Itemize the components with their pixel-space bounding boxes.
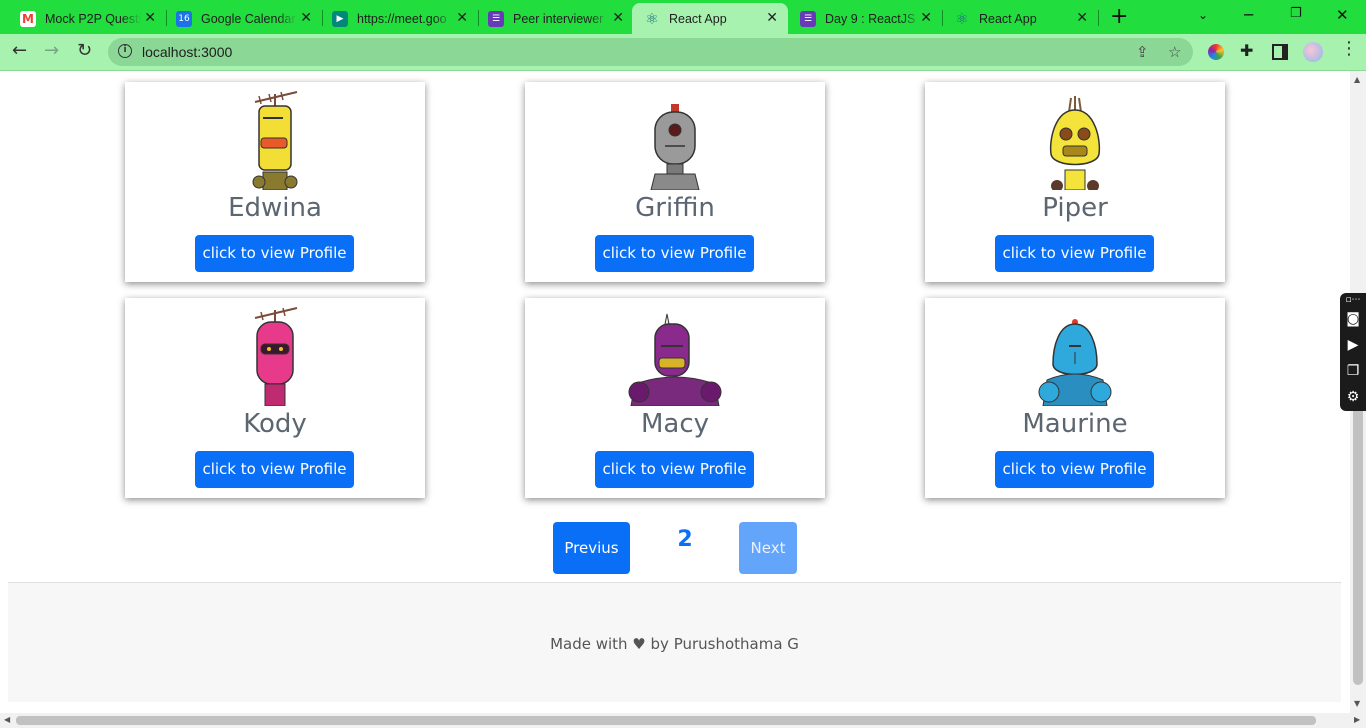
- menu-kebab-icon[interactable]: ⋮: [1340, 39, 1358, 59]
- robot-card: Griffin click to view Profile: [525, 82, 825, 282]
- tab-react-app[interactable]: ⚛ React App ✕: [942, 3, 1098, 34]
- tab-google-calendar[interactable]: 16 Google Calendar ✕: [164, 3, 322, 34]
- tab-google-meet[interactable]: ▶ https://meet.goo ✕: [320, 3, 478, 34]
- robot-card: Macy click to view Profile: [525, 298, 825, 498]
- tab-title: React App: [979, 11, 1037, 26]
- footer-credit: Made with ♥ by Purushothama G: [550, 635, 799, 653]
- tab-title: Mock P2P Questi: [45, 11, 141, 26]
- screen-recorder-widget: ▫⋯ ◙ ▶ ❐ ⚙: [1340, 293, 1366, 411]
- react-icon: ⚛: [955, 9, 969, 28]
- close-tab-icon[interactable]: ✕: [766, 10, 778, 26]
- site-info-icon[interactable]: i: [118, 44, 132, 58]
- view-profile-button[interactable]: click to view Profile: [595, 235, 754, 272]
- widget-grip-icon[interactable]: ▫⋯: [1344, 295, 1362, 311]
- tab-react-app-active[interactable]: ⚛ React App ✕: [632, 3, 788, 34]
- close-window-icon[interactable]: ✕: [1336, 6, 1349, 24]
- scroll-down-icon[interactable]: ▼: [1354, 699, 1360, 708]
- tab-mock-p2p[interactable]: M Mock P2P Questi ✕: [8, 3, 166, 34]
- new-tab-icon[interactable]: +: [1110, 6, 1128, 28]
- scroll-right-icon[interactable]: ▶: [1354, 715, 1360, 724]
- close-tab-icon[interactable]: ✕: [456, 10, 468, 26]
- tab-title: React App: [669, 11, 727, 26]
- view-profile-button[interactable]: click to view Profile: [195, 235, 354, 272]
- robot-name: Edwina: [228, 193, 322, 223]
- robot-card: Maurine click to view Profile: [925, 298, 1225, 498]
- scroll-up-icon[interactable]: ▲: [1354, 75, 1360, 84]
- form-icon: ☰: [488, 10, 504, 27]
- close-tab-icon[interactable]: ✕: [1076, 10, 1088, 26]
- view-profile-button[interactable]: click to view Profile: [595, 451, 754, 488]
- profile-avatar[interactable]: [1303, 42, 1323, 62]
- close-tab-icon[interactable]: ✕: [300, 10, 312, 26]
- share-icon[interactable]: ⇪: [1136, 43, 1149, 61]
- tab-title: Day 9 : ReactJS: [825, 11, 916, 26]
- robot-name: Kody: [243, 409, 307, 439]
- settings-gear-icon[interactable]: ⚙: [1344, 389, 1362, 405]
- page-content: Edwina click to view Profile Griffin cli…: [0, 71, 1350, 713]
- browser-toolbar: ← → ↻ i localhost:3000 ⇪ ☆ ✚ ⋮: [0, 34, 1366, 71]
- close-tab-icon[interactable]: ✕: [920, 10, 932, 26]
- tab-day9-reactjs[interactable]: ☰ Day 9 : ReactJS ✕: [788, 3, 942, 34]
- tab-strip: M Mock P2P Questi ✕ 16 Google Calendar ✕…: [0, 0, 1366, 34]
- robot-name: Maurine: [1022, 409, 1128, 439]
- next-page-button[interactable]: Next: [739, 522, 797, 574]
- robot-name: Griffin: [635, 193, 715, 223]
- previous-page-button[interactable]: Previus: [553, 522, 630, 574]
- bookmark-star-icon[interactable]: ☆: [1168, 43, 1181, 61]
- address-bar[interactable]: i localhost:3000 ⇪ ☆: [108, 38, 1193, 66]
- form-icon: ☰: [800, 10, 816, 27]
- robot-avatar: [1038, 319, 1112, 406]
- robot-avatar: [1049, 96, 1101, 190]
- robot-card: Kody click to view Profile: [125, 298, 425, 498]
- tab-search-icon[interactable]: ⌄: [1198, 8, 1208, 22]
- close-tab-icon[interactable]: ✕: [612, 10, 624, 26]
- video-camera-icon[interactable]: ▶: [1344, 337, 1362, 353]
- tab-divider: [1098, 10, 1099, 26]
- view-profile-button[interactable]: click to view Profile: [995, 451, 1154, 488]
- close-tab-icon[interactable]: ✕: [144, 10, 156, 26]
- window-capture-icon[interactable]: ❐: [1344, 363, 1362, 379]
- robot-name: Macy: [640, 409, 710, 439]
- view-profile-button[interactable]: click to view Profile: [995, 235, 1154, 272]
- robot-card: Edwina click to view Profile: [125, 82, 425, 282]
- url-text[interactable]: localhost:3000: [142, 44, 232, 60]
- scroll-left-icon[interactable]: ◀: [4, 715, 10, 724]
- forward-icon[interactable]: →: [44, 41, 59, 61]
- page-footer: Made with ♥ by Purushothama G: [8, 582, 1341, 702]
- gmail-icon: M: [20, 10, 36, 27]
- tab-title: Google Calendar: [201, 11, 296, 26]
- current-page-number: 2: [677, 527, 693, 552]
- robot-name: Piper: [1042, 193, 1108, 223]
- reload-icon[interactable]: ↻: [77, 41, 92, 61]
- react-icon: ⚛: [645, 9, 659, 28]
- extensions-puzzle-icon[interactable]: ✚: [1240, 41, 1256, 60]
- horizontal-scroll-thumb[interactable]: [16, 716, 1316, 725]
- calendar-icon: 16: [176, 10, 192, 27]
- robot-avatar: [650, 104, 700, 190]
- camera-icon[interactable]: ◙: [1344, 311, 1362, 327]
- color-extension-icon[interactable]: [1208, 44, 1224, 60]
- tab-peer-interviewer[interactable]: ☰ Peer interviewer ✕: [476, 3, 634, 34]
- minimize-icon[interactable]: ─: [1244, 6, 1253, 24]
- robot-card: Piper click to view Profile: [925, 82, 1225, 282]
- horizontal-scrollbar[interactable]: ◀ ▶: [0, 713, 1366, 728]
- tab-title: Peer interviewer: [513, 11, 604, 26]
- robot-avatar: [252, 91, 298, 190]
- meet-icon: ▶: [332, 10, 348, 27]
- side-panel-icon[interactable]: [1272, 44, 1288, 60]
- view-profile-button[interactable]: click to view Profile: [195, 451, 354, 488]
- tab-title: https://meet.goo: [357, 11, 447, 26]
- back-icon[interactable]: ←: [12, 41, 27, 61]
- robot-avatar: [628, 313, 722, 406]
- restore-icon[interactable]: ❐: [1290, 6, 1302, 21]
- robot-avatar: [254, 307, 298, 406]
